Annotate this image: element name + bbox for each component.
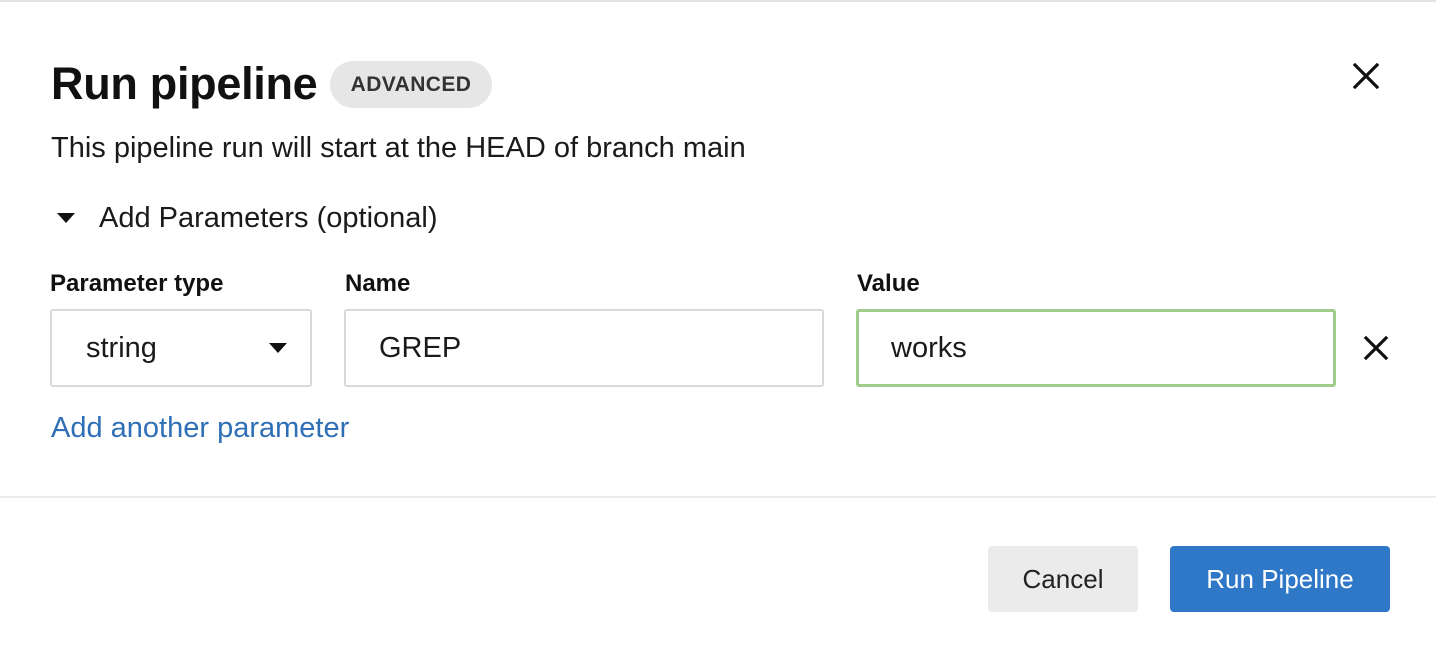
value-label: Value — [857, 270, 920, 297]
close-button[interactable] — [1346, 56, 1386, 96]
add-another-parameter-link[interactable]: Add another parameter — [51, 412, 349, 445]
add-parameters-toggle[interactable]: Add Parameters (optional) — [51, 198, 438, 238]
name-label: Name — [345, 270, 411, 297]
cancel-button[interactable]: Cancel — [988, 546, 1138, 612]
caret-down-icon — [51, 198, 81, 238]
run-pipeline-button[interactable]: Run Pipeline — [1170, 546, 1390, 612]
run-pipeline-dialog: Run pipeline ADVANCED This pipeline run … — [0, 0, 1436, 656]
chevron-down-icon — [268, 341, 288, 359]
footer-divider — [0, 496, 1436, 498]
parameter-type-select[interactable]: string — [50, 309, 312, 387]
dialog-title: Run pipeline — [51, 58, 318, 109]
advanced-badge: ADVANCED — [330, 61, 492, 108]
parameter-name-input[interactable] — [344, 309, 824, 387]
close-icon — [1352, 62, 1380, 90]
parameter-type-value: string — [86, 331, 157, 364]
parameter-value-input[interactable] — [856, 309, 1336, 387]
close-icon — [1363, 335, 1389, 361]
parameter-type-label: Parameter type — [50, 270, 224, 297]
remove-parameter-button[interactable] — [1356, 328, 1396, 368]
dialog-subtitle: This pipeline run will start at the HEAD… — [51, 132, 746, 164]
add-parameters-label: Add Parameters (optional) — [99, 201, 438, 234]
